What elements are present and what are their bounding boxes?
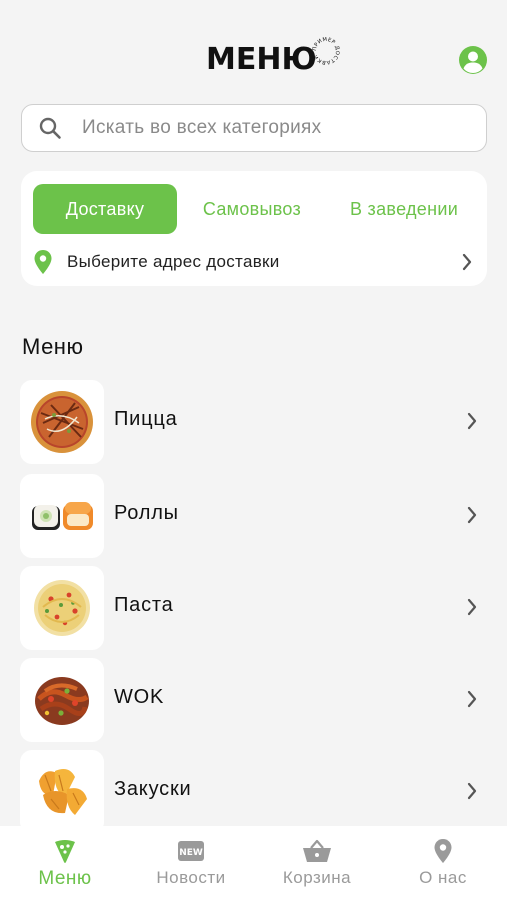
- app-header: МЕНЮ ПРИМЕР ДОСТАВКИ: [0, 0, 507, 100]
- order-mode-tabs: Доставку Самовывоз В заведении: [33, 184, 483, 234]
- nav-label: О нас: [419, 868, 467, 887]
- rolls-image: [20, 474, 104, 558]
- chevron-right-icon: [467, 598, 477, 616]
- tab-pickup[interactable]: Самовывоз: [189, 184, 315, 234]
- chevron-right-icon: [467, 506, 477, 524]
- pasta-image: [20, 566, 104, 650]
- search-input[interactable]: [82, 117, 462, 139]
- menu-item-wok[interactable]: WOK: [0, 658, 507, 742]
- tab-delivery[interactable]: Доставку: [33, 184, 177, 234]
- menu-item-pizza[interactable]: Пицца: [0, 380, 507, 464]
- address-prompt: Выберите адрес доставки: [67, 252, 280, 271]
- chevron-right-icon: [462, 253, 472, 271]
- order-mode-card: Доставку Самовывоз В заведении Выберите …: [21, 171, 487, 286]
- snacks-image: [20, 750, 104, 834]
- menu-item-pasta[interactable]: Паста: [0, 566, 507, 650]
- menu-item-label: Пицца: [114, 408, 178, 430]
- nav-news[interactable]: NEW Новости: [128, 826, 254, 900]
- menu-item-label: Роллы: [114, 502, 179, 524]
- nav-cart[interactable]: Корзина: [254, 826, 380, 900]
- nav-menu[interactable]: Меню: [2, 826, 128, 900]
- search-bar[interactable]: [21, 104, 487, 152]
- menu-leaf-icon: [53, 838, 77, 864]
- logo-ring-icon: ПРИМЕР ДОСТАВКИ: [312, 37, 340, 65]
- user-avatar-icon: [459, 46, 487, 74]
- tab-dine-in[interactable]: В заведении: [330, 184, 478, 234]
- delivery-address-selector[interactable]: Выберите адрес доставки: [33, 247, 473, 277]
- bottom-navigation: Меню NEW Новости Корзина О нас: [0, 826, 507, 900]
- pizza-image: [20, 380, 104, 464]
- news-badge-icon: NEW: [177, 838, 205, 864]
- nav-about[interactable]: О нас: [380, 826, 506, 900]
- svg-text:ПРИМЕР ДОСТАВКИ: ПРИМЕР ДОСТАВКИ: [312, 37, 340, 65]
- menu-item-label: Паста: [114, 594, 174, 616]
- location-pin-icon: [433, 838, 453, 864]
- nav-label: Меню: [38, 868, 92, 889]
- menu-item-label: Закуски: [114, 778, 192, 800]
- svg-text:NEW: NEW: [179, 848, 203, 858]
- chevron-right-icon: [467, 690, 477, 708]
- search-icon: [39, 117, 61, 139]
- chevron-right-icon: [467, 782, 477, 800]
- location-pin-icon: [34, 250, 52, 274]
- nav-label: Новости: [156, 868, 226, 887]
- chevron-right-icon: [467, 412, 477, 430]
- menu-item-rolls[interactable]: Роллы: [0, 474, 507, 558]
- logo-text: МЕНЮ: [206, 42, 317, 77]
- brand-logo: МЕНЮ ПРИМЕР ДОСТАВКИ: [206, 37, 341, 82]
- wok-image: [20, 658, 104, 742]
- menu-item-snacks[interactable]: Закуски: [0, 750, 507, 834]
- profile-button[interactable]: [458, 45, 488, 75]
- basket-icon: [302, 838, 332, 864]
- menu-item-label: WOK: [114, 686, 165, 708]
- menu-section-title: Меню: [22, 334, 84, 359]
- nav-label: Корзина: [282, 868, 352, 887]
